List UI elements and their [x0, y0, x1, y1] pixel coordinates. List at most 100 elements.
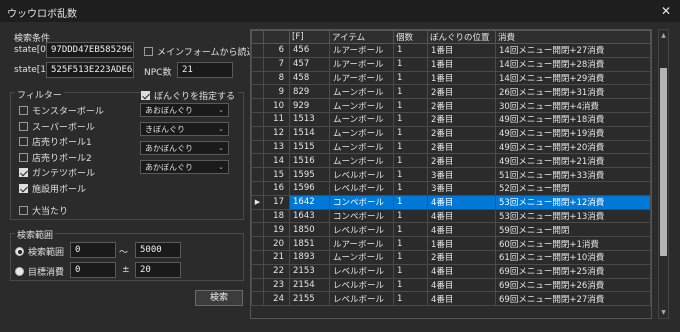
table-row[interactable]: 11 1513 ムーンボール 1 2番目 49回メニュー開閉+18消費 — [251, 111, 651, 127]
frame-cell[interactable]: 2154 — [289, 277, 330, 293]
count-cell[interactable]: 1 — [393, 249, 428, 265]
count-cell[interactable]: 1 — [393, 111, 428, 127]
scroll-up-icon[interactable]: ▲ — [659, 30, 668, 41]
row-number-cell[interactable]: 17 — [263, 194, 290, 210]
count-cell[interactable]: 1 — [393, 236, 428, 251]
count-cell[interactable]: 1 — [393, 208, 428, 224]
count-cell[interactable]: 1 — [393, 263, 428, 279]
chevron-down-icon[interactable]: ⌄ — [218, 163, 224, 171]
header-frame[interactable]: [F] — [289, 30, 330, 44]
consumption-cell[interactable]: 59回メニュー開閉 — [495, 222, 651, 238]
results-grid[interactable]: [F] アイテム 個数 ぼんぐりの位置 消費 6 456 ルアーボール 1 1番目 14回… — [250, 29, 652, 319]
consumption-cell[interactable]: 53回メニュー開閉+12消費 — [495, 194, 651, 210]
item-cell[interactable]: ムーンボール — [329, 153, 394, 169]
checkbox-box[interactable] — [19, 168, 28, 178]
table-row[interactable]: 14 1516 ムーンボール 1 2番目 49回メニュー開閉+21消費 — [251, 153, 651, 169]
target-radio[interactable]: 目標消費 — [15, 265, 64, 278]
bonguri-select[interactable]: あかぼんぐり ⌄ — [140, 141, 229, 155]
frame-cell[interactable]: 1596 — [289, 180, 330, 196]
consumption-cell[interactable]: 26回メニュー開閉+31消費 — [495, 84, 651, 100]
bonguri-checkbox[interactable]: ぼんぐりを指定する — [141, 89, 239, 102]
radio-button[interactable] — [15, 267, 24, 276]
bonguri-position-cell[interactable]: 1番目 — [427, 56, 496, 72]
table-row[interactable]: 10 929 ムーンボール 1 2番目 30回メニュー開閉+4消費 — [251, 98, 651, 113]
item-cell[interactable]: ムーンボール — [329, 84, 394, 100]
bonguri-position-cell[interactable]: 2番目 — [427, 249, 496, 265]
frame-cell[interactable]: 456 — [289, 43, 330, 58]
bonguri-position-cell[interactable]: 4番目 — [427, 194, 496, 210]
count-cell[interactable]: 1 — [393, 180, 428, 196]
frame-cell[interactable]: 929 — [289, 98, 330, 113]
item-cell[interactable]: ルアーボール — [329, 43, 394, 58]
frame-cell[interactable]: 829 — [289, 84, 330, 100]
item-cell[interactable]: ムーンボール — [329, 139, 394, 155]
count-cell[interactable]: 1 — [393, 56, 428, 72]
frame-cell[interactable]: 1850 — [289, 222, 330, 238]
item-cell[interactable]: ルアーボール — [329, 236, 394, 251]
table-row[interactable]: 24 2155 レベルボール 1 4番目 69回メニュー開閉+27消費 — [251, 291, 651, 307]
frame-cell[interactable]: 2155 — [289, 291, 330, 307]
target-input[interactable]: 0 — [70, 262, 116, 278]
consumption-cell[interactable]: 14回メニュー開閉+28消費 — [495, 56, 651, 72]
count-cell[interactable]: 1 — [393, 139, 428, 155]
count-cell[interactable]: 1 — [393, 277, 428, 293]
bonguri-select[interactable]: きぼんぐり ⌄ — [140, 122, 229, 136]
bonguri-position-cell[interactable]: 2番目 — [427, 153, 496, 169]
frame-cell[interactable]: 1642 — [289, 194, 330, 210]
row-number-cell[interactable]: 12 — [263, 125, 290, 141]
chevron-down-icon[interactable]: ⌄ — [218, 144, 224, 152]
count-cell[interactable]: 1 — [393, 291, 428, 307]
frame-cell[interactable]: 1514 — [289, 125, 330, 141]
close-icon[interactable]: ✕ — [658, 3, 674, 19]
count-cell[interactable]: 1 — [393, 70, 428, 86]
item-cell[interactable]: ルアーボール — [329, 56, 394, 72]
item-cell[interactable]: レベルボール — [329, 291, 394, 307]
consumption-cell[interactable]: 49回メニュー開閉+19消費 — [495, 125, 651, 141]
bonguri-position-cell[interactable]: 1番目 — [427, 70, 496, 86]
checkbox-box[interactable] — [141, 91, 150, 100]
bonguri-position-cell[interactable]: 4番目 — [427, 263, 496, 279]
header-item[interactable]: アイテム — [329, 30, 394, 44]
checkbox-box[interactable] — [19, 184, 28, 193]
item-cell[interactable]: コンペボール — [329, 194, 394, 210]
row-number-cell[interactable]: 8 — [263, 70, 290, 86]
bonguri-position-cell[interactable]: 4番目 — [427, 208, 496, 224]
count-cell[interactable]: 1 — [393, 43, 428, 58]
range-radio[interactable]: 検索範囲 — [15, 245, 64, 258]
bonguri-position-cell[interactable]: 4番目 — [427, 277, 496, 293]
consumption-cell[interactable]: 14回メニュー開閉+27消費 — [495, 43, 651, 58]
row-number-cell[interactable]: 21 — [263, 249, 290, 265]
frame-cell[interactable]: 1513 — [289, 111, 330, 127]
consumption-cell[interactable]: 49回メニュー開閉+20消費 — [495, 139, 651, 155]
header-consumption[interactable]: 消費 — [495, 30, 651, 44]
row-number-cell[interactable]: 20 — [263, 236, 290, 251]
checkbox-box[interactable] — [19, 106, 28, 115]
state0-input[interactable]: 97DDD47EB5852968 — [46, 42, 134, 58]
consumption-cell[interactable]: 69回メニュー開閉+26消費 — [495, 277, 651, 293]
bonguri-position-cell[interactable]: 4番目 — [427, 291, 496, 307]
table-row[interactable]: 21 1893 ムーンボール 1 2番目 61回メニュー開閉+10消費 — [251, 249, 651, 265]
item-cell[interactable]: レベルボール — [329, 222, 394, 238]
bonguri-position-cell[interactable]: 2番目 — [427, 111, 496, 127]
chevron-down-icon[interactable]: ⌄ — [218, 125, 224, 133]
table-row[interactable]: 12 1514 ムーンボール 1 2番目 49回メニュー開閉+19消費 — [251, 125, 651, 141]
bonguri-position-cell[interactable]: 2番目 — [427, 84, 496, 100]
item-cell[interactable]: ムーンボール — [329, 249, 394, 265]
table-row[interactable]: ▶ 17 1642 コンペボール 1 4番目 53回メニュー開閉+12消費 — [251, 194, 651, 210]
state1-input[interactable]: 525F513E223ADE65 — [46, 62, 134, 78]
bonguri-position-cell[interactable]: 2番目 — [427, 139, 496, 155]
item-cell[interactable]: レベルボール — [329, 277, 394, 293]
item-cell[interactable]: ムーンボール — [329, 98, 394, 113]
table-row[interactable]: 19 1850 レベルボール 1 4番目 59回メニュー開閉 — [251, 222, 651, 238]
consumption-cell[interactable]: 49回メニュー開閉+21消費 — [495, 153, 651, 169]
row-number-cell[interactable]: 24 — [263, 291, 290, 307]
item-cell[interactable]: レベルボール — [329, 167, 394, 182]
checkbox-box[interactable] — [144, 47, 153, 56]
frame-cell[interactable]: 458 — [289, 70, 330, 86]
scroll-down-icon[interactable]: ▼ — [659, 307, 668, 318]
consumption-cell[interactable]: 60回メニュー開閉+1消費 — [495, 236, 651, 251]
item-cell[interactable]: コンペボール — [329, 208, 394, 224]
table-row[interactable]: 7 457 ルアーボール 1 1番目 14回メニュー開閉+28消費 — [251, 56, 651, 72]
count-cell[interactable]: 1 — [393, 98, 428, 113]
jackpot-checkbox[interactable]: 大当たり — [19, 204, 68, 217]
